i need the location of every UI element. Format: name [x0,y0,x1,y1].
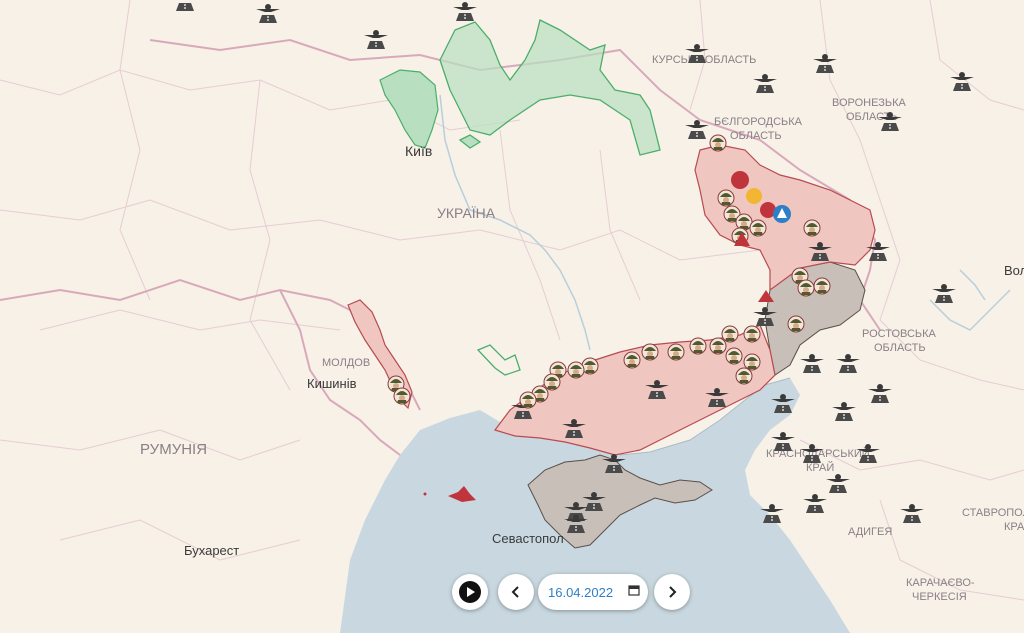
label-volgograd: Вол [1004,263,1024,278]
event-marker-icon[interactable] [731,171,749,189]
label-romania: РУМУНІЯ [140,441,207,458]
label-rostov-2: ОБЛАСТЬ [874,342,926,354]
soldier-marker-icon[interactable] [543,373,561,391]
soldier-marker-icon[interactable] [581,357,599,375]
label-kyiv: Київ [405,143,432,159]
map-canvas[interactable]: КУРСЬКА ОБЛАСТЬ ВОРОНЕЗЬКА ОБЛАСТЬ БЄЛГО… [0,0,1024,633]
label-stavropol-1: СТАВРОПОЛ [962,507,1024,519]
play-button[interactable] [452,574,488,610]
chevron-right-icon [669,586,677,598]
soldier-marker-icon[interactable] [709,134,727,152]
next-date-button[interactable] [654,574,690,610]
soldier-marker-icon[interactable] [667,343,685,361]
timeline-controls: 16.04.2022 [0,572,1024,616]
label-sevastopol: Севастопол [492,531,564,546]
soldier-marker-icon[interactable] [519,391,537,409]
label-stavropol-2: КРА [1004,521,1024,533]
soldier-marker-icon[interactable] [717,189,735,207]
label-chisinau: Кишинів [307,376,357,391]
play-icon [459,581,481,603]
soldier-marker-icon[interactable] [803,219,821,237]
soldier-marker-icon[interactable] [623,351,641,369]
label-voronezh-1: ВОРОНЕЗЬКА [832,97,906,109]
soldier-marker-icon[interactable] [735,367,753,385]
soldier-marker-icon[interactable] [813,277,831,295]
soldier-marker-icon[interactable] [743,325,761,343]
soldier-marker-icon[interactable] [725,347,743,365]
label-rostov-1: РОСТОВСЬКА [862,328,937,340]
soldier-marker-icon[interactable] [689,337,707,355]
label-adygea: АДИГЕЯ [848,526,892,538]
soldier-marker-icon[interactable] [743,353,761,371]
date-picker[interactable]: 16.04.2022 [538,574,648,610]
label-ukraine: УКРАЇНА [437,205,496,221]
label-belgorod-1: БЄЛГОРОДСЬКА [714,116,803,128]
prev-date-button[interactable] [498,574,534,610]
date-value: 16.04.2022 [548,584,614,600]
soldier-marker-icon[interactable] [787,315,805,333]
label-bucharest: Бухарест [184,543,239,558]
soldier-marker-icon[interactable] [721,325,739,343]
label-belgorod-2: ОБЛАСТЬ [730,130,782,142]
soldier-marker-icon[interactable] [749,219,767,237]
calendar-icon[interactable] [628,584,640,596]
event-marker-icon[interactable] [746,188,762,204]
soldier-marker-icon[interactable] [709,337,727,355]
chevron-left-icon [511,586,519,598]
small-red-dot-icon [423,492,427,496]
soldier-marker-icon[interactable] [393,387,411,405]
soldier-marker-icon[interactable] [641,343,659,361]
soldier-marker-icon[interactable] [567,361,585,379]
soldier-marker-icon[interactable] [797,279,815,297]
label-moldova: МОЛДОВ [322,357,370,369]
